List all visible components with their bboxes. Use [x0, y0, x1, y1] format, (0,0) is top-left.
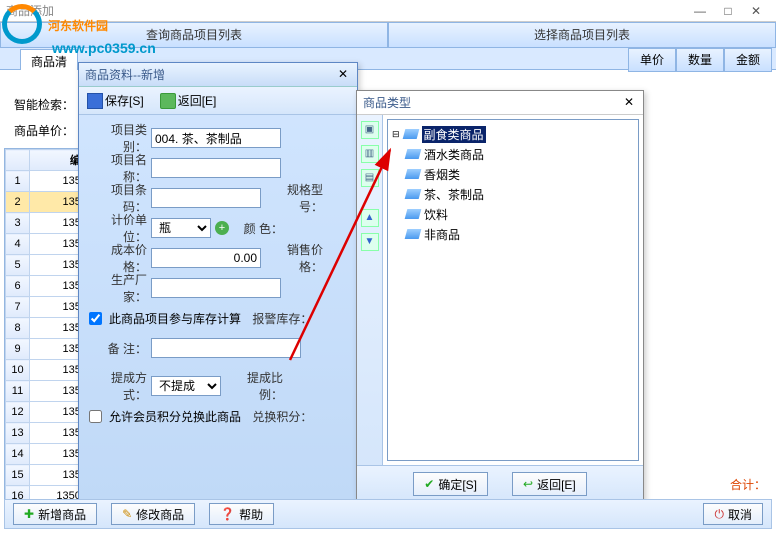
dialog-title: 商品资料--新增	[85, 66, 335, 83]
label-barcode: 项目条码：	[89, 181, 147, 215]
back-button[interactable]: 返回[E]	[156, 90, 221, 111]
label-points-chk: 允许会员积分兑换此商品	[109, 408, 241, 425]
cancel-button[interactable]: ⏻取消	[703, 503, 763, 525]
category-icon	[405, 169, 422, 179]
add-product-button[interactable]: ✚新增商品	[13, 503, 97, 525]
category-icon	[405, 189, 422, 199]
label-cost: 成本价格：	[89, 241, 147, 275]
tree-add-icon[interactable]: ▣	[361, 121, 379, 139]
tree-up-icon[interactable]: ▲	[361, 209, 379, 227]
window-title: 商品添加	[6, 2, 54, 19]
stock-checkbox[interactable]	[89, 312, 102, 325]
tree-item[interactable]: 酒水类商品	[392, 144, 634, 164]
close-icon[interactable]: ✕	[621, 95, 637, 111]
label-maker: 生产厂家：	[89, 271, 147, 305]
category-icon	[402, 129, 419, 139]
back-icon	[160, 93, 176, 109]
col-price: 单价	[628, 48, 676, 72]
label-commission: 提成方式：	[89, 369, 147, 403]
panel-headers: 查询商品项目列表 选择商品项目列表	[0, 22, 776, 48]
label-category: 项目类别：	[89, 121, 147, 155]
edit-icon: ✎	[122, 507, 132, 521]
category-field[interactable]	[151, 128, 281, 148]
footer-toolbar: ✚新增商品 ✎修改商品 ❓帮助 ⏻取消	[4, 499, 772, 529]
label-remark: 备 注：	[89, 340, 147, 357]
barcode-field[interactable]	[151, 188, 261, 208]
tree-item[interactable]: 非商品	[392, 224, 634, 244]
help-button[interactable]: ❓帮助	[209, 503, 274, 525]
help-icon: ❓	[220, 507, 235, 521]
tree-item[interactable]: 香烟类	[392, 164, 634, 184]
points-checkbox[interactable]	[89, 410, 102, 423]
tree-edit-icon[interactable]: ▥	[361, 145, 379, 163]
return-button[interactable]: ↩返回[E]	[512, 472, 587, 496]
label-sale: 销售价格：	[265, 241, 323, 275]
maker-field[interactable]	[151, 278, 281, 298]
close-icon[interactable]: ✕	[335, 67, 351, 83]
category-icon	[405, 209, 422, 219]
name-field[interactable]	[151, 158, 281, 178]
plus-icon: ✚	[24, 507, 34, 521]
category-icon	[405, 149, 422, 159]
edit-product-button[interactable]: ✎修改商品	[111, 503, 195, 525]
label-smart-search: 智能检索：	[4, 92, 76, 118]
add-unit-icon[interactable]: +	[215, 221, 229, 235]
tree-del-icon[interactable]: ▤	[361, 169, 379, 187]
total-label: 合计：	[730, 476, 766, 493]
left-filter-panel: 智能检索： 商品单价：	[4, 92, 76, 144]
label-points: 兑换积分：	[252, 408, 312, 425]
remark-field[interactable]	[151, 338, 301, 358]
label-spec: 规格型号：	[265, 181, 323, 215]
cost-field[interactable]	[151, 248, 261, 268]
label-unit-price: 商品单价：	[4, 118, 76, 144]
tree-down-icon[interactable]: ▼	[361, 233, 379, 251]
tree-item[interactable]: ⊟副食类商品	[392, 124, 634, 144]
category-tree[interactable]: ⊟副食类商品酒水类商品香烟类茶、茶制品饮料非商品	[387, 119, 639, 461]
return-icon: ↩	[523, 477, 533, 491]
label-unit: 计价单位：	[89, 211, 147, 245]
label-color: 颜 色：	[233, 220, 283, 237]
tree-item[interactable]: 茶、茶制品	[392, 184, 634, 204]
label-alarm: 报警库存：	[252, 310, 312, 327]
label-ratio: 提成比例：	[225, 369, 283, 403]
tab-product-list[interactable]: 商品清	[20, 49, 78, 70]
ok-button[interactable]: ✔确定[S]	[413, 472, 488, 496]
check-icon: ✔	[424, 477, 434, 491]
unit-select[interactable]: 瓶	[151, 218, 211, 238]
right-column-headers: 单价 数量 金额	[628, 48, 772, 72]
tree-toolbar: ▣ ▥ ▤ ▲ ▼	[357, 115, 383, 465]
tree-item[interactable]: 饮料	[392, 204, 634, 224]
save-button[interactable]: 保存[S]	[83, 90, 148, 111]
save-icon	[87, 93, 103, 109]
commission-select[interactable]: 不提成	[151, 376, 221, 396]
col-qty: 数量	[676, 48, 724, 72]
dialog-product-edit: 商品资料--新增 ✕ 保存[S] 返回[E] 项目类别： 项目名称： 项目条码：…	[78, 62, 358, 502]
window-titlebar: 商品添加 — □ ✕	[0, 0, 776, 22]
close-button[interactable]: ✕	[742, 4, 770, 18]
label-name: 项目名称：	[89, 151, 147, 185]
category-icon	[405, 229, 422, 239]
header-query-list: 查询商品项目列表	[0, 22, 388, 48]
header-select-list: 选择商品项目列表	[388, 22, 776, 48]
maximize-button[interactable]: □	[714, 4, 742, 18]
label-stock-chk: 此商品项目参与库存计算	[109, 310, 241, 327]
dialog-product-type: 商品类型 ✕ ▣ ▥ ▤ ▲ ▼ ⊟副食类商品酒水类商品香烟类茶、茶制品饮料非商…	[356, 90, 644, 510]
col-amount: 金额	[724, 48, 772, 72]
minimize-button[interactable]: —	[686, 4, 714, 18]
cancel-icon: ⏻	[714, 507, 724, 522]
dialog2-title: 商品类型	[363, 94, 621, 111]
